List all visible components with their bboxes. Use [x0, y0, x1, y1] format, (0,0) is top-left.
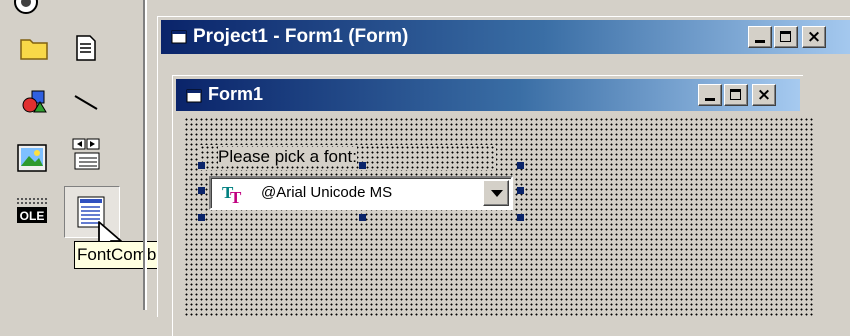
- font-combo-value: @Arial Unicode MS: [261, 184, 393, 201]
- toolbox-separator-highlight: [145, 0, 147, 310]
- designer-titlebar[interactable]: Project1 - Form1 (Form) ×: [161, 20, 850, 54]
- selection-handle[interactable]: [517, 162, 524, 169]
- form-window-controls: ×: [698, 84, 776, 106]
- minimize-button[interactable]: [748, 26, 772, 48]
- textbox-icon: [76, 35, 96, 61]
- designer-title-text: Project1 - Form1 (Form): [193, 26, 409, 47]
- form-maximize-button[interactable]: [724, 84, 748, 106]
- designer-window-controls: ×: [748, 26, 826, 48]
- selection-handle[interactable]: [198, 214, 205, 221]
- dropdown-arrow-icon: [491, 190, 503, 197]
- line-icon: [74, 95, 98, 110]
- font-label-control[interactable]: Please pick a font:: [200, 145, 496, 170]
- line-tool[interactable]: [66, 82, 106, 122]
- font-combo-dropdown-button[interactable]: [483, 180, 509, 206]
- minimize-icon: [705, 98, 715, 101]
- form-minimize-button[interactable]: [698, 84, 722, 106]
- image-tool[interactable]: [12, 138, 52, 178]
- maximize-icon: [780, 31, 791, 42]
- truetype-font-icon: T T: [222, 183, 242, 205]
- data-control-icon: [72, 138, 100, 170]
- image-icon: [17, 144, 47, 172]
- selection-handle[interactable]: [359, 162, 366, 169]
- svg-text:T: T: [230, 188, 242, 205]
- frame-icon: [20, 39, 48, 60]
- maximize-icon: [730, 89, 741, 100]
- font-combo[interactable]: T T @Arial Unicode MS: [209, 176, 513, 210]
- form-close-button[interactable]: ×: [752, 84, 776, 106]
- form-window-icon: [171, 30, 187, 44]
- ole-label: OLE: [20, 209, 45, 223]
- form-titlebar[interactable]: Form1 ×: [176, 79, 800, 111]
- data-control-tool[interactable]: [66, 134, 106, 174]
- ole-tool[interactable]: OLE: [12, 190, 52, 230]
- selection-handle[interactable]: [359, 214, 366, 221]
- form-icon: [186, 89, 202, 103]
- pointer-tool[interactable]: [6, 0, 46, 22]
- selection-handle[interactable]: [517, 187, 524, 194]
- toolbox: OLE FontCombo: [0, 0, 188, 310]
- close-button[interactable]: ×: [802, 26, 826, 48]
- shape-icon: [22, 90, 47, 113]
- font-label-text: Please pick a font:: [218, 147, 357, 166]
- form-title-text: Form1: [208, 84, 264, 104]
- selection-handle[interactable]: [517, 214, 524, 221]
- shape-tool[interactable]: [14, 82, 54, 122]
- close-icon: ×: [806, 26, 822, 47]
- maximize-button[interactable]: [774, 26, 798, 48]
- pointer-icon: [14, 0, 38, 14]
- ole-icon: OLE: [17, 198, 47, 223]
- minimize-icon: [755, 40, 765, 43]
- selection-handle[interactable]: [198, 162, 205, 169]
- textbox-tool[interactable]: [66, 28, 106, 68]
- selection-handle[interactable]: [198, 187, 205, 194]
- close-icon: ×: [756, 84, 772, 105]
- frame-tool[interactable]: [14, 28, 54, 68]
